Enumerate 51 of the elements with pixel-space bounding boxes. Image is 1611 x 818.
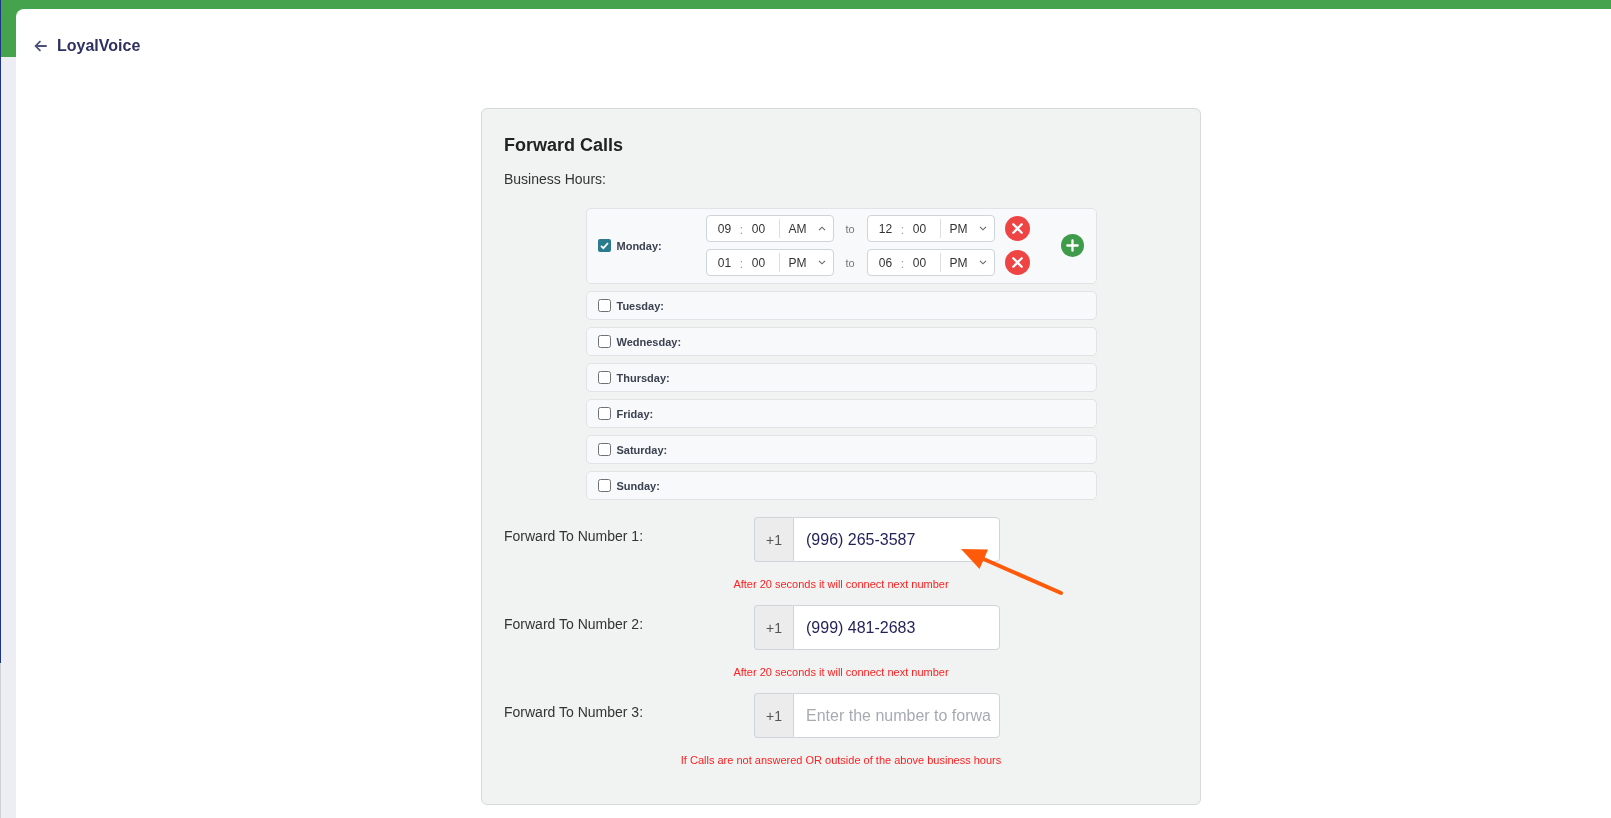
checkbox[interactable] [597,443,611,456]
number-label: Forward To Number 1: [504,527,644,545]
back-arrow-icon[interactable] [34,40,47,52]
checkbox[interactable] [597,299,611,312]
minute-field[interactable]: 00 [746,255,771,270]
checkbox[interactable] [597,239,611,252]
hour-field[interactable]: 09 [712,221,737,236]
close-icon[interactable] [1004,216,1030,241]
number-label: Forward To Number 2: [504,615,644,633]
day-label: Monday: [616,239,662,252]
plus-icon[interactable] [1060,234,1084,257]
hint-text: After 20 seconds it will connect next number [732,577,950,591]
day-label: Wednesday: [616,335,682,348]
day-label: Friday: [616,407,654,420]
country-code-prefix: +1 [754,693,793,738]
time-separator: : [899,222,906,237]
business-hours-label: Business Hours: [504,170,607,189]
hint-text: After 20 seconds it will connect next number [732,665,950,679]
time-separator: : [738,222,745,237]
period-select[interactable]: PM [939,253,994,272]
card-title: Forward Calls [504,134,625,157]
phone-input[interactable]: Enter the number to forwa [793,693,1000,738]
checkbox[interactable] [597,479,611,492]
time-separator: : [738,256,745,271]
period-select[interactable]: AM [778,219,833,238]
checkbox[interactable] [597,407,611,420]
day-label: Tuesday: [616,299,664,312]
app-title: LoyalVoice [57,37,141,55]
checkbox[interactable] [597,335,611,348]
time-separator: : [899,256,906,271]
day-label: Sunday: [616,479,660,492]
minute-field[interactable]: 00 [746,221,771,236]
hint-text: If Calls are not answered OR outside of the above business hours [679,753,1003,767]
minute-field[interactable]: 00 [907,255,932,270]
country-code-prefix: +1 [754,605,793,650]
to-label: to [844,256,856,269]
to-label: to [844,222,856,235]
phone-input[interactable]: (996) 265-3587 [793,517,1000,562]
close-icon[interactable] [1004,250,1030,275]
hour-field[interactable]: 06 [873,255,898,270]
country-code-prefix: +1 [754,517,793,562]
day-label: Thursday: [616,371,670,384]
hour-field[interactable]: 01 [712,255,737,270]
minute-field[interactable]: 00 [907,221,932,236]
checkbox[interactable] [597,371,611,384]
period-select[interactable]: PM [778,253,833,272]
period-select[interactable]: PM [939,219,994,238]
phone-input[interactable]: (999) 481-2683 [793,605,1000,650]
number-label: Forward To Number 3: [504,703,644,721]
hour-field[interactable]: 12 [873,221,898,236]
day-label: Saturday: [616,443,668,456]
